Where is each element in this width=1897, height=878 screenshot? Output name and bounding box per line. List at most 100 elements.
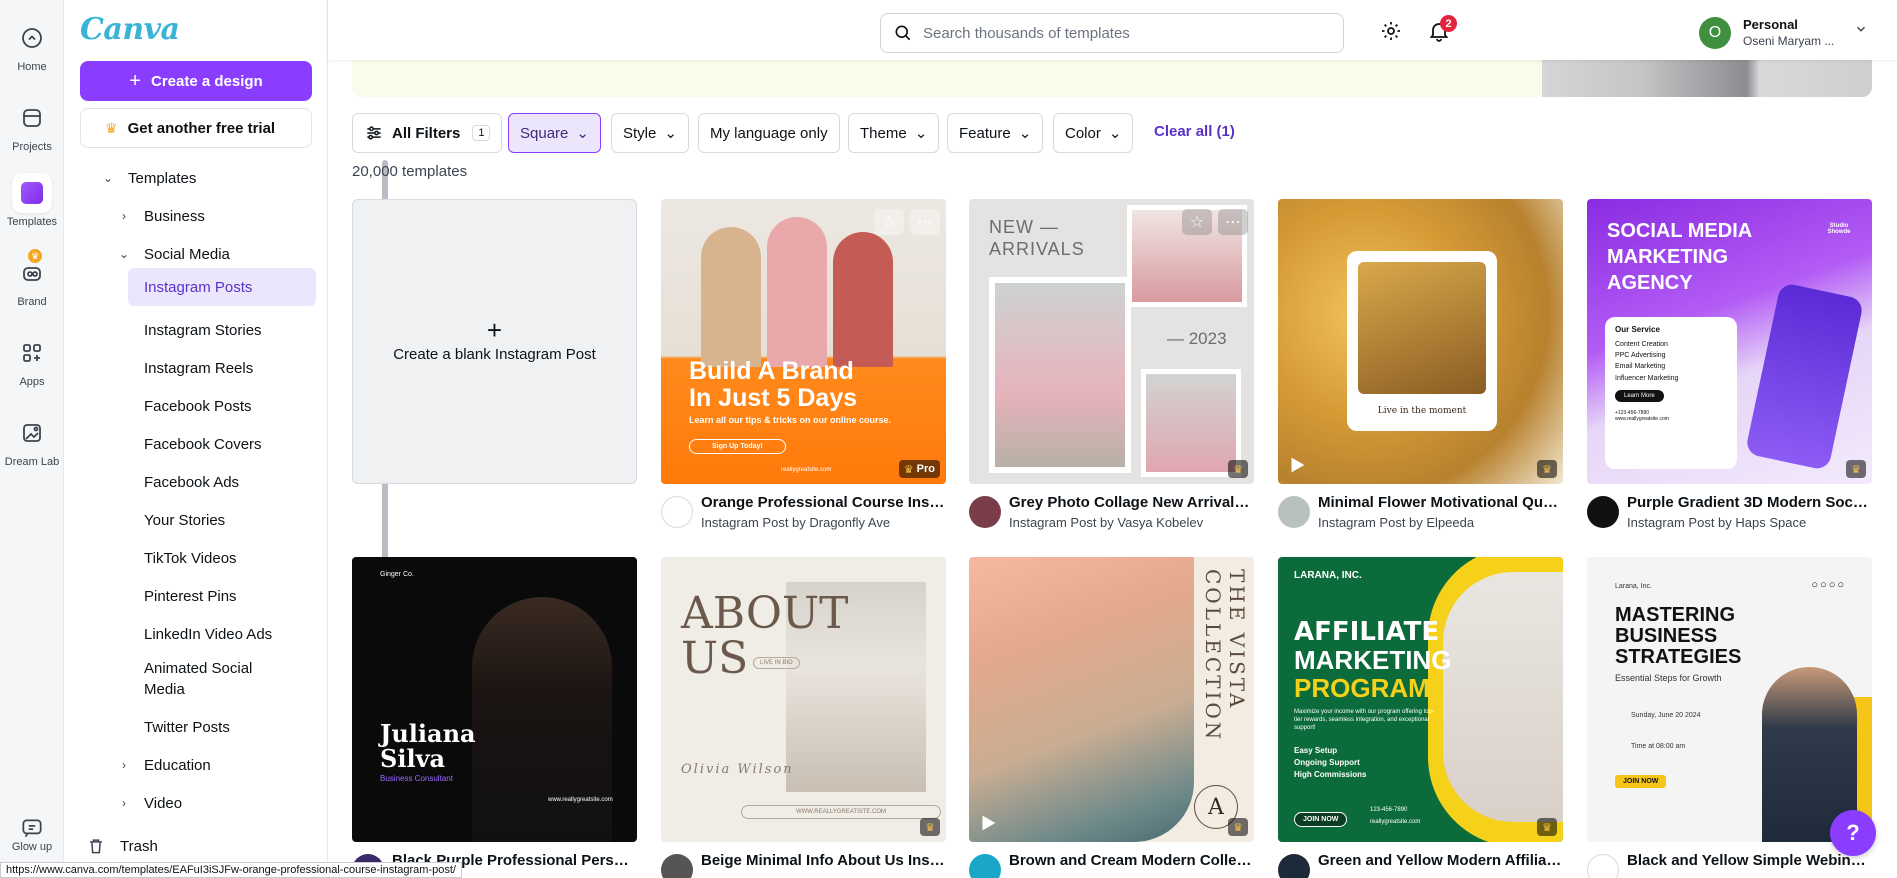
tree-item-pinterest-pins[interactable]: Pinterest Pins xyxy=(144,582,237,610)
card-title[interactable]: Grey Photo Collage New Arrivals Instagra… xyxy=(1009,494,1254,511)
blank-template-card[interactable]: + Create a blank Instagram Post xyxy=(352,199,637,484)
tree-item-facebook-covers[interactable]: Facebook Covers xyxy=(144,430,262,458)
more-options-icon[interactable]: ⋯ xyxy=(1218,209,1248,235)
search-input[interactable] xyxy=(923,24,1323,42)
template-thumbnail[interactable]: Ginger Co. Juliana Silva Business Consul… xyxy=(352,557,637,842)
filter-my-language[interactable]: My language only xyxy=(698,113,840,153)
card-title[interactable]: Purple Gradient 3D Modern Social Media M… xyxy=(1627,494,1872,511)
gear-icon[interactable] xyxy=(1379,19,1403,43)
template-card[interactable]: LARANA, INC. AFFILIATE MARKETING PROGRAM… xyxy=(1278,557,1563,878)
tree-item-animated-social-media[interactable]: Animated Social Media xyxy=(144,656,294,702)
clear-all-link[interactable]: Clear all (1) xyxy=(1154,123,1235,140)
top-bar: 2 O Personal Oseni Maryam ... xyxy=(328,0,1897,60)
card-title[interactable]: Minimal Flower Motivational Quote Instag… xyxy=(1318,494,1563,511)
tree-item-instagram-posts[interactable]: Instagram Posts xyxy=(128,268,316,306)
template-card[interactable]: Live in the moment ♛ Minimal Flower Moti… xyxy=(1278,199,1563,530)
rail-dream-lab[interactable]: Dream Lab xyxy=(0,413,64,468)
free-trial-button[interactable]: ♛ Get another free trial xyxy=(80,108,312,148)
tree-item-video[interactable]: › Video xyxy=(116,789,182,817)
card-title[interactable]: Brown and Cream Modern Collection Instag… xyxy=(1009,852,1254,869)
card-title[interactable]: Orange Professional Course Instagram Pos… xyxy=(701,494,946,511)
crown-badge: ♛ xyxy=(1228,818,1248,836)
filter-style[interactable]: Style ⌄ xyxy=(611,113,689,153)
account-title[interactable]: Personal xyxy=(1743,17,1798,32)
filter-feature[interactable]: Feature ⌄ xyxy=(947,113,1044,153)
tree-item-facebook-ads[interactable]: Facebook Ads xyxy=(144,468,239,496)
home-icon xyxy=(12,18,52,58)
star-icon[interactable]: ☆ xyxy=(1182,209,1212,235)
tree-label: Facebook Posts xyxy=(144,397,252,415)
help-button[interactable]: ? xyxy=(1830,810,1876,856)
tree-item-education[interactable]: › Education xyxy=(116,751,211,779)
tree-item-social-media[interactable]: ⌄ Social Media xyxy=(116,240,230,268)
play-icon[interactable] xyxy=(1286,454,1308,476)
crown-icon: ♛ xyxy=(1233,821,1243,834)
thumb-about: ABOUT xyxy=(681,588,849,639)
template-thumbnail[interactable]: Live in the moment ♛ xyxy=(1278,199,1563,484)
tree-item-facebook-posts[interactable]: Facebook Posts xyxy=(144,392,252,420)
thumb-h1: MASTERING xyxy=(1615,604,1735,626)
thumb-vertical-title: THE VISTA COLLECTION xyxy=(1201,569,1249,743)
create-design-label: Create a design xyxy=(150,72,263,90)
rail-home[interactable]: Home xyxy=(0,18,64,73)
template-thumbnail[interactable]: ABOUT US LIVE IN BIO Olivia Wilson WWW.R… xyxy=(661,557,946,842)
filter-theme[interactable]: Theme ⌄ xyxy=(848,113,940,153)
template-card[interactable]: Larana, Inc. ○○○○ MASTERING BUSINESS STR… xyxy=(1587,557,1872,878)
card-meta: Minimal Flower Motivational Quote Instag… xyxy=(1278,494,1563,534)
account-name[interactable]: Oseni Maryam ... xyxy=(1743,34,1834,48)
trash-button[interactable]: Trash xyxy=(86,836,158,856)
rail-apps[interactable]: Apps xyxy=(0,333,64,388)
blank-card-surface[interactable]: + Create a blank Instagram Post xyxy=(352,199,637,484)
tree-item-linkedin-video-ads[interactable]: LinkedIn Video Ads xyxy=(144,620,272,648)
tree-item-business[interactable]: › Business xyxy=(116,202,205,230)
canva-logo[interactable]: Canva xyxy=(80,12,180,47)
avatar[interactable]: O xyxy=(1699,17,1731,49)
filter-square[interactable]: Square ⌄ xyxy=(508,113,601,153)
template-thumbnail[interactable]: SOCIAL MEDIA MARKETING AGENCY Studio Sho… xyxy=(1587,199,1872,484)
thumb-name-2: Silva xyxy=(380,744,446,773)
card-meta: Grey Photo Collage New Arrivals Instagra… xyxy=(969,494,1254,534)
card-meta: Green and Yellow Modern Affiliate Market… xyxy=(1278,852,1563,878)
thumb-logo: Ginger Co. xyxy=(380,571,414,578)
template-thumbnail[interactable]: THE VISTA COLLECTION A ♛ xyxy=(969,557,1254,842)
rail-brand[interactable]: ♛ Brand xyxy=(0,249,64,308)
thumb-h2: BUSINESS xyxy=(1615,625,1718,647)
template-thumbnail[interactable]: NEW — ARRIVALS — 2023 ☆ ⋯ ♛ xyxy=(969,199,1254,484)
rail-templates[interactable]: Templates xyxy=(0,173,64,228)
tree-item-instagram-reels[interactable]: Instagram Reels xyxy=(144,354,253,382)
thumb-us: US xyxy=(681,633,749,684)
glow-up-button[interactable]: Glow up xyxy=(0,815,64,853)
template-card[interactable]: NEW — ARRIVALS — 2023 ☆ ⋯ ♛ Grey Photo C… xyxy=(969,199,1254,530)
create-design-button[interactable]: + Create a design xyxy=(80,61,312,101)
rail-projects[interactable]: Projects xyxy=(0,98,64,153)
chip-label: Style xyxy=(623,124,657,142)
tree-label: Instagram Reels xyxy=(144,359,254,377)
card-title[interactable]: Black and Yellow Simple Webinar Instagra… xyxy=(1627,852,1872,869)
tree-item-twitter-posts[interactable]: Twitter Posts xyxy=(144,713,230,741)
template-card[interactable]: Build A Brand In Just 5 Days Learn all o… xyxy=(661,199,946,530)
tree-item-your-stories[interactable]: Your Stories xyxy=(144,506,225,534)
template-card[interactable]: SOCIAL MEDIA MARKETING AGENCY Studio Sho… xyxy=(1587,199,1872,530)
tree-item-instagram-stories[interactable]: Instagram Stories xyxy=(144,316,262,344)
template-card[interactable]: Ginger Co. Juliana Silva Business Consul… xyxy=(352,557,637,878)
template-card[interactable]: ABOUT US LIVE IN BIO Olivia Wilson WWW.R… xyxy=(661,557,946,878)
star-icon[interactable]: ☆ xyxy=(874,209,904,235)
card-subtitle: Instagram Post by Elpeeda xyxy=(1318,515,1475,530)
search-box[interactable] xyxy=(880,13,1344,53)
all-filters-button[interactable]: All Filters 1 xyxy=(352,113,503,153)
thumb-year: — 2023 xyxy=(1167,329,1227,348)
tree-item-tiktok-videos[interactable]: TikTok Videos xyxy=(144,544,237,572)
chevron-right-icon: › xyxy=(122,209,126,223)
template-thumbnail[interactable]: LARANA, INC. AFFILIATE MARKETING PROGRAM… xyxy=(1278,557,1563,842)
chevron-down-icon[interactable] xyxy=(1854,22,1868,36)
play-icon[interactable] xyxy=(977,812,999,834)
tree-item-templates[interactable]: ⌄ Templates xyxy=(100,164,196,192)
template-thumbnail[interactable]: Build A Brand In Just 5 Days Learn all o… xyxy=(661,199,946,484)
more-options-icon[interactable]: ⋯ xyxy=(910,209,940,235)
card-title[interactable]: Beige Minimal Info About Us Instagram Po… xyxy=(701,852,946,869)
rail-projects-label: Projects xyxy=(12,141,52,153)
template-card[interactable]: THE VISTA COLLECTION A ♛ Brown and Cream… xyxy=(969,557,1254,878)
card-title[interactable]: Green and Yellow Modern Affiliate Market… xyxy=(1318,852,1563,869)
filter-color[interactable]: Color ⌄ xyxy=(1053,113,1134,153)
template-thumbnail[interactable]: Larana, Inc. ○○○○ MASTERING BUSINESS STR… xyxy=(1587,557,1872,842)
